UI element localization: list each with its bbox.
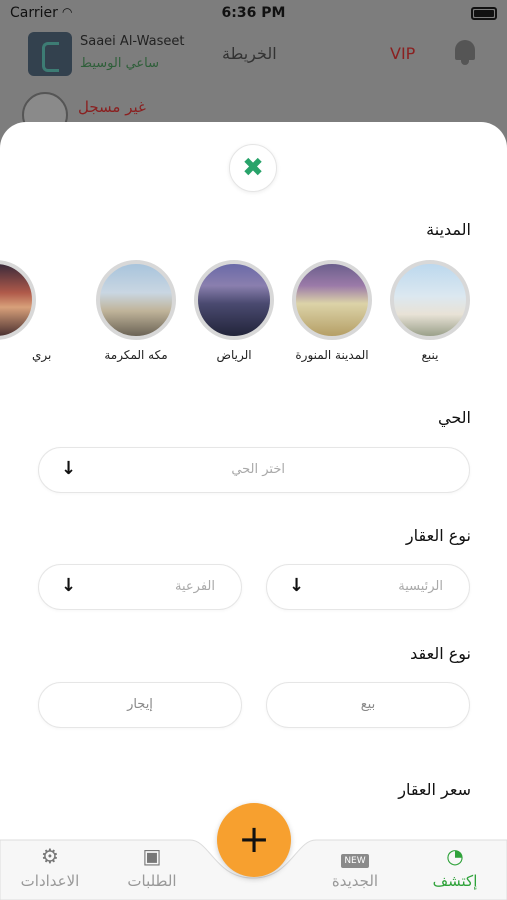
add-button[interactable]: + xyxy=(217,803,291,877)
arrow-down-icon: ↓ xyxy=(61,458,77,479)
city-name: المدينة المنورة xyxy=(295,348,369,362)
app-name-ar: ساعي الوسيط xyxy=(80,56,160,71)
clock: 6:36 PM xyxy=(221,5,286,21)
tab-orders-label: الطلبات xyxy=(127,872,177,890)
city-item-madinah[interactable]: المدينة المنورة xyxy=(290,260,374,362)
city-photo xyxy=(96,260,176,340)
speedometer-icon: ◔ xyxy=(446,844,464,868)
city-photo xyxy=(194,260,274,340)
price-title: سعر العقار xyxy=(398,780,471,799)
new-icon: NEW xyxy=(305,844,405,868)
plus-icon: + xyxy=(238,817,270,861)
orders-icon: ▣ xyxy=(142,844,162,868)
city-title: المدينة xyxy=(426,220,471,239)
sub-type-select[interactable]: الفرعية ↓ xyxy=(38,564,242,610)
city-name: الرياض xyxy=(216,348,252,362)
app-name-en: Saaei Al-Waseet xyxy=(80,34,185,49)
city-name: مكه المكرمة xyxy=(104,348,168,362)
city-item-yanbu[interactable]: ينبع xyxy=(388,260,472,362)
tab-orders[interactable]: ▣ الطلبات xyxy=(102,844,202,890)
contract-type-title: نوع العقد xyxy=(410,644,471,663)
arrow-down-icon: ↓ xyxy=(289,575,305,596)
tab-explore[interactable]: ◔ إكتشف xyxy=(405,844,505,890)
tab-settings-label: الاعدادات xyxy=(20,872,80,890)
close-icon: ✖ xyxy=(242,153,264,183)
contract-rent-label: إيجار xyxy=(127,697,153,712)
main-type-select[interactable]: الرئيسية ↓ xyxy=(266,564,470,610)
city-carousel[interactable]: ينبع المدينة المنورة الرياض مكه المكرمة … xyxy=(0,260,507,380)
property-type-title: نوع العقار xyxy=(405,526,471,545)
arrow-down-icon: ↓ xyxy=(61,575,77,596)
main-type-placeholder: الرئيسية xyxy=(398,579,443,594)
vip-link[interactable]: VIP xyxy=(390,44,415,63)
tab-explore-label: إكتشف xyxy=(432,872,478,890)
sub-type-placeholder: الفرعية xyxy=(175,579,215,594)
city-photo xyxy=(0,260,36,340)
map-link[interactable]: الخريطة xyxy=(222,44,277,63)
battery-icon xyxy=(471,7,497,20)
contract-sale-option[interactable]: بيع xyxy=(266,682,470,728)
contract-rent-option[interactable]: إيجار xyxy=(38,682,242,728)
bell-icon[interactable] xyxy=(452,38,478,66)
user-status-label: غير مسجل xyxy=(78,98,146,116)
city-photo xyxy=(292,260,372,340)
contract-sale-label: بيع xyxy=(360,697,376,712)
app-logo xyxy=(28,32,72,76)
tab-settings[interactable]: ⚙ الاعدادات xyxy=(0,844,100,890)
city-name: ينبع xyxy=(421,348,439,362)
city-name: بري xyxy=(32,348,52,362)
close-button[interactable]: ✖ xyxy=(229,144,277,192)
city-item-riyadh[interactable]: الرياض xyxy=(192,260,276,362)
city-item-partial[interactable]: بري xyxy=(0,260,80,362)
district-select[interactable]: اختر الحي ↓ xyxy=(38,447,470,493)
tab-new[interactable]: NEW الجديدة xyxy=(305,844,405,890)
filter-sheet: ✖ المدينة ينبع المدينة المنورة الرياض مك… xyxy=(0,122,507,900)
district-placeholder: اختر الحي xyxy=(231,462,285,477)
tab-new-label: الجديدة xyxy=(331,872,379,890)
city-item-makkah[interactable]: مكه المكرمة xyxy=(94,260,178,362)
status-bar: Carrier ◠ 6:36 PM xyxy=(0,0,507,28)
gear-icon: ⚙ xyxy=(41,844,59,868)
city-photo xyxy=(390,260,470,340)
district-title: الحي xyxy=(438,408,471,427)
app-header: Saaei Al-Waseet ساعي الوسيط الخريطة VIP xyxy=(0,28,507,88)
